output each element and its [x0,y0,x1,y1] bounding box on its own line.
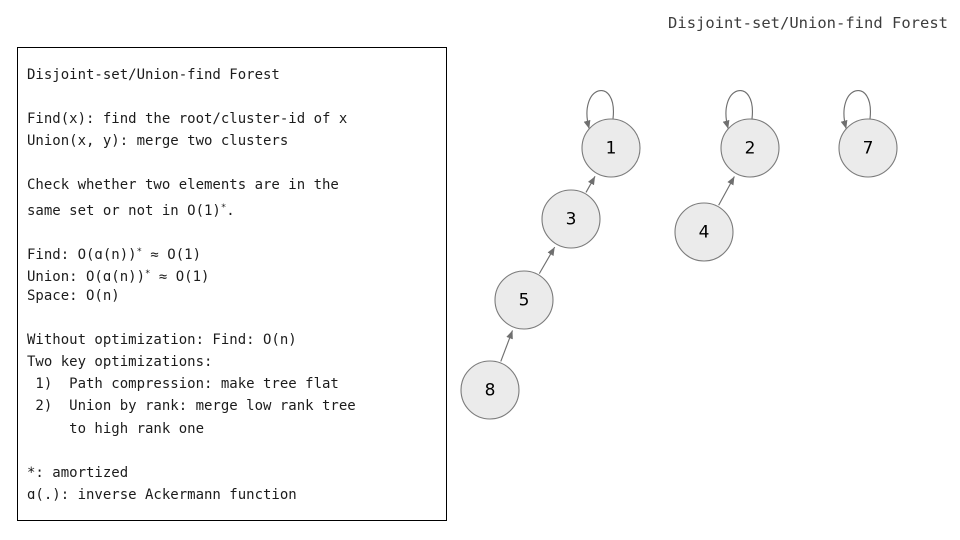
disjoint-set-forest-diagram: 1 3 5 8 2 4 7 [450,60,950,460]
node-label-4: 4 [699,223,710,243]
notes-line: Find: O(ɑ(n))* ≈ O(1) [27,246,202,263]
slide-canvas: Disjoint-set/Union-find Forest Disjoint-… [0,0,960,540]
notes-line: Two key optimizations: [27,354,213,371]
notes-line: 1) Path compression: make tree flat [27,376,339,393]
notes-line: *: amortized [27,464,129,481]
node-label-5: 5 [519,291,530,311]
notes-line [27,219,441,241]
notes-line [27,440,441,462]
self-loop-layer [583,90,871,129]
node-label-3: 3 [566,210,577,230]
notes-line: Disjoint-set/Union-find Forest [27,67,280,83]
notes-line: to high rank one [27,420,205,437]
notes-line: 2) Union by rank: merge low rank tree [27,398,356,415]
node-label-8: 8 [485,381,496,401]
notes-line: Check whether two elements are in the [27,177,339,194]
notes-line: Union(x, y): merge two clusters [27,133,289,150]
notes-line [27,86,441,108]
node-layer: 1 3 5 8 2 4 7 [460,118,898,420]
edge-8-to-5 [500,330,514,362]
notes-text-block: Disjoint-set/Union-find Forest Find(x): … [27,64,441,506]
notes-line: same set or not in O(1)*. [27,202,235,219]
notes-line-tail: . [226,202,235,219]
edge-5-to-3 [538,246,556,274]
node-label-2: 2 [745,139,756,159]
notes-line-tail: ≈ O(1) [142,246,202,263]
slide-title: Disjoint-set/Union-find Forest [668,14,948,32]
notes-line: Find(x): find the root/cluster-id of x [27,111,348,128]
notes-line: Space: O(n) [27,287,120,304]
notes-line-tail: ≈ O(1) [150,268,210,285]
forest-svg: 1 3 5 8 2 4 7 [460,90,898,420]
edge-4-to-2 [718,176,735,206]
notes-line [27,307,441,329]
notes-panel: Disjoint-set/Union-find Forest Find(x): … [17,47,447,521]
notes-line: Without optimization: Find: O(n) [27,332,297,349]
notes-line: ɑ(.): inverse Ackermann function [27,486,297,503]
node-label-7: 7 [863,139,874,159]
notes-line: Union: O(ɑ(n))* ≈ O(1) [27,268,210,285]
edge-3-to-1 [585,176,596,193]
notes-line [27,152,441,174]
node-label-1: 1 [606,139,617,159]
